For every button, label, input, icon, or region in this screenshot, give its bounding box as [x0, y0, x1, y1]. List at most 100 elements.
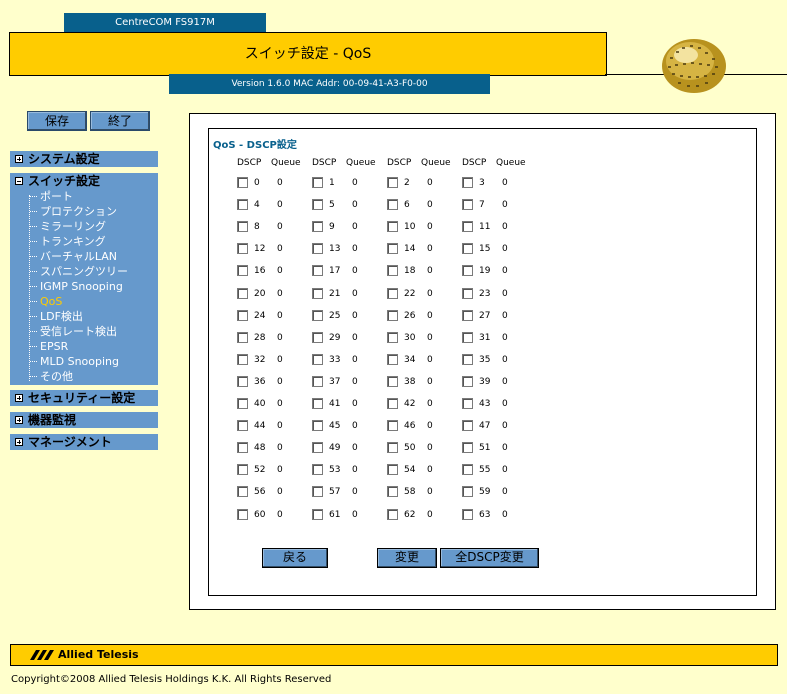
sidebar-item-9[interactable]: 受信レート検出	[30, 324, 117, 339]
dscp-checkbox[interactable]	[387, 376, 398, 387]
back-button[interactable]: 戻る	[262, 548, 328, 568]
dscp-checkbox[interactable]	[462, 221, 473, 232]
queue-value: 0	[502, 463, 508, 477]
dscp-checkbox[interactable]	[462, 398, 473, 409]
dscp-value: 44	[254, 419, 265, 433]
dscp-checkbox[interactable]	[312, 464, 323, 475]
sidebar-item-7[interactable]: QoS	[30, 294, 62, 309]
dscp-checkbox[interactable]	[312, 199, 323, 210]
dscp-checkbox[interactable]	[462, 177, 473, 188]
sidebar-item-10[interactable]: EPSR	[30, 339, 68, 354]
dscp-checkbox[interactable]	[387, 199, 398, 210]
dscp-cell: 240	[237, 309, 307, 323]
dscp-checkbox[interactable]	[237, 332, 248, 343]
dscp-checkbox[interactable]	[312, 354, 323, 365]
dscp-checkbox[interactable]	[387, 464, 398, 475]
dscp-checkbox[interactable]	[237, 310, 248, 321]
dscp-checkbox[interactable]	[387, 221, 398, 232]
dscp-checkbox[interactable]	[462, 265, 473, 276]
dscp-checkbox[interactable]	[387, 420, 398, 431]
queue-value: 0	[277, 353, 283, 367]
dscp-checkbox[interactable]	[312, 442, 323, 453]
dscp-checkbox[interactable]	[237, 509, 248, 520]
dscp-checkbox[interactable]	[387, 243, 398, 254]
dscp-checkbox[interactable]	[237, 177, 248, 188]
dscp-checkbox[interactable]	[312, 376, 323, 387]
dscp-checkbox[interactable]	[237, 420, 248, 431]
dscp-checkbox[interactable]	[462, 420, 473, 431]
dscp-value: 40	[254, 397, 265, 411]
menu-system-settings[interactable]: システム設定	[10, 151, 158, 167]
sidebar-item-4[interactable]: バーチャルLAN	[30, 249, 117, 264]
dscp-column-header: DSCP	[312, 158, 336, 168]
dscp-checkbox[interactable]	[237, 442, 248, 453]
dscp-checkbox[interactable]	[387, 265, 398, 276]
change-all-dscp-button[interactable]: 全DSCP変更	[440, 548, 539, 568]
dscp-checkbox[interactable]	[462, 310, 473, 321]
dscp-checkbox[interactable]	[462, 376, 473, 387]
sidebar-item-6[interactable]: IGMP Snooping	[30, 279, 123, 294]
dscp-checkbox[interactable]	[312, 332, 323, 343]
dscp-checkbox[interactable]	[462, 243, 473, 254]
dscp-checkbox[interactable]	[387, 398, 398, 409]
dscp-checkbox[interactable]	[462, 464, 473, 475]
dscp-checkbox[interactable]	[312, 288, 323, 299]
dscp-checkbox[interactable]	[237, 464, 248, 475]
dscp-checkbox[interactable]	[237, 376, 248, 387]
dscp-checkbox[interactable]	[387, 486, 398, 497]
page-title: スイッチ設定 - QoS	[9, 32, 607, 76]
dscp-checkbox[interactable]	[462, 509, 473, 520]
dscp-checkbox[interactable]	[237, 398, 248, 409]
menu-management[interactable]: マネージメント	[10, 434, 158, 450]
dscp-checkbox[interactable]	[237, 199, 248, 210]
dscp-checkbox[interactable]	[387, 288, 398, 299]
dscp-checkbox[interactable]	[237, 243, 248, 254]
dscp-checkbox[interactable]	[387, 442, 398, 453]
dscp-checkbox[interactable]	[237, 354, 248, 365]
dscp-checkbox[interactable]	[462, 199, 473, 210]
save-button[interactable]: 保存	[27, 111, 87, 131]
dscp-checkbox[interactable]	[387, 354, 398, 365]
menu-switch-settings[interactable]: スイッチ設定	[10, 173, 158, 189]
dscp-cell: 480	[237, 441, 307, 455]
sidebar-item-12[interactable]: その他	[30, 369, 73, 384]
dscp-value: 1	[329, 176, 335, 190]
dscp-checkbox[interactable]	[237, 265, 248, 276]
dscp-checkbox[interactable]	[312, 420, 323, 431]
sidebar-item-11[interactable]: MLD Snooping	[30, 354, 119, 369]
sidebar-item-5[interactable]: スパニングツリー	[30, 264, 128, 279]
dscp-checkbox[interactable]	[462, 288, 473, 299]
exit-button[interactable]: 終了	[90, 111, 150, 131]
dscp-checkbox[interactable]	[237, 486, 248, 497]
dscp-checkbox[interactable]	[312, 265, 323, 276]
dscp-checkbox[interactable]	[237, 221, 248, 232]
dscp-checkbox[interactable]	[312, 398, 323, 409]
dscp-checkbox[interactable]	[387, 177, 398, 188]
dscp-value: 48	[254, 441, 265, 455]
sidebar-item-0[interactable]: ポート	[30, 189, 73, 204]
dscp-checkbox[interactable]	[387, 509, 398, 520]
dscp-checkbox[interactable]	[312, 221, 323, 232]
change-button[interactable]: 変更	[377, 548, 437, 568]
dscp-checkbox[interactable]	[312, 310, 323, 321]
menu-security-settings[interactable]: セキュリティー設定	[10, 390, 158, 406]
dscp-checkbox[interactable]	[387, 332, 398, 343]
dscp-checkbox[interactable]	[237, 288, 248, 299]
dscp-value: 23	[479, 287, 490, 301]
dscp-checkbox[interactable]	[312, 509, 323, 520]
dscp-value: 14	[404, 242, 415, 256]
dscp-checkbox[interactable]	[462, 354, 473, 365]
dscp-checkbox[interactable]	[312, 243, 323, 254]
sidebar-item-3[interactable]: トランキング	[30, 234, 106, 249]
dscp-checkbox[interactable]	[312, 486, 323, 497]
sidebar-item-2[interactable]: ミラーリング	[30, 219, 106, 234]
dscp-checkbox[interactable]	[387, 310, 398, 321]
menu-device-monitoring[interactable]: 機器監視	[10, 412, 158, 428]
sidebar-item-1[interactable]: プロテクション	[30, 204, 117, 219]
dscp-checkbox[interactable]	[462, 442, 473, 453]
queue-value: 0	[277, 508, 283, 522]
dscp-checkbox[interactable]	[312, 177, 323, 188]
dscp-checkbox[interactable]	[462, 332, 473, 343]
sidebar-item-8[interactable]: LDF検出	[30, 309, 83, 324]
dscp-checkbox[interactable]	[462, 486, 473, 497]
